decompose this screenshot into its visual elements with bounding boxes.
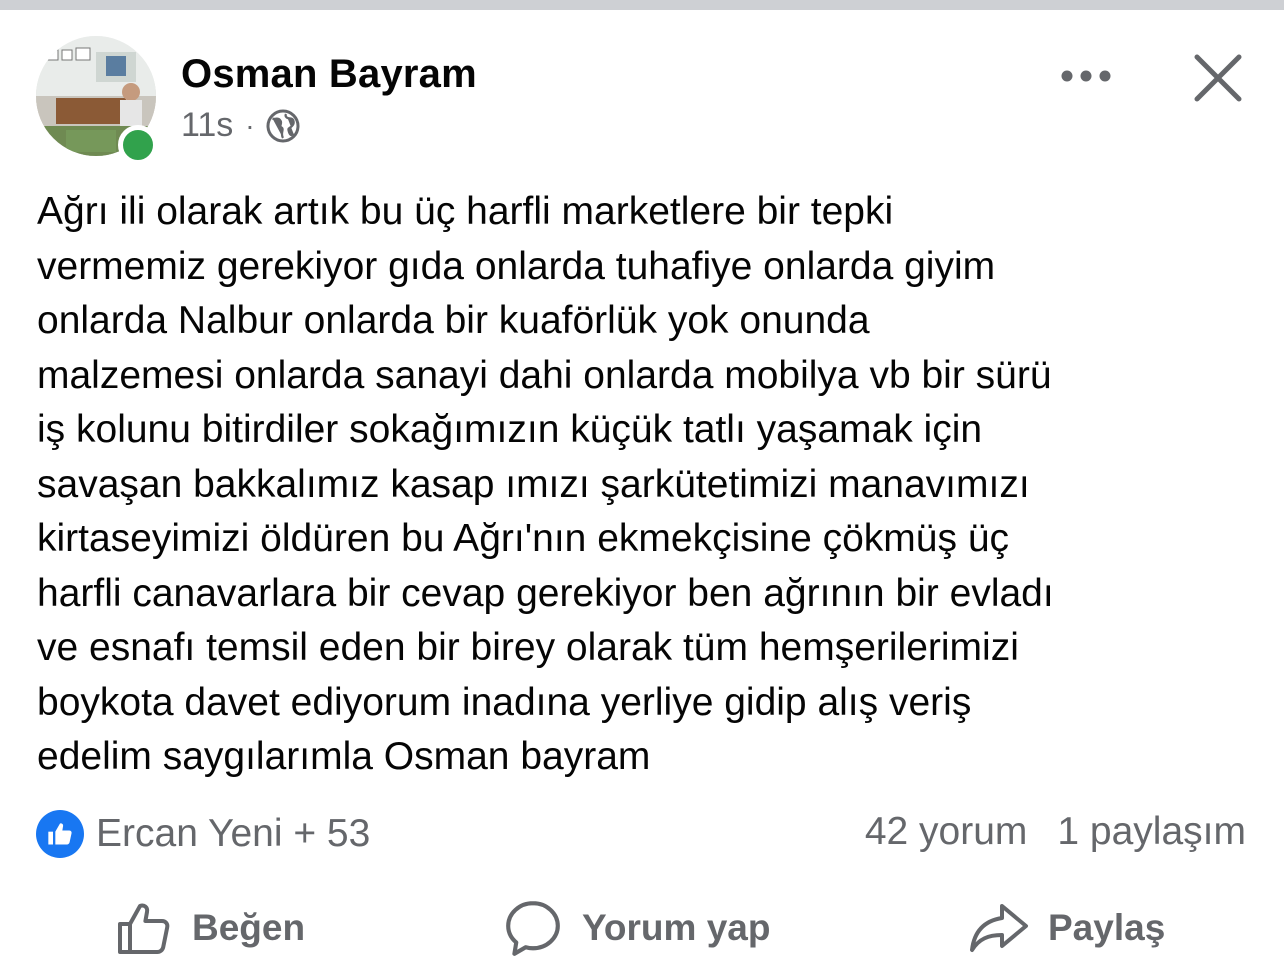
- share-button[interactable]: Paylaş: [966, 888, 1165, 968]
- reactions-summary[interactable]: Ercan Yeni + 53: [36, 810, 370, 858]
- top-divider: [0, 0, 1284, 10]
- post-text: Ağrı ili olarak artık bu üç harfli marke…: [37, 190, 1054, 778]
- meta-separator: ·: [245, 109, 255, 141]
- more-options-button[interactable]: [1054, 56, 1118, 96]
- like-button[interactable]: Beğen: [114, 888, 305, 968]
- share-label: Paylaş: [1048, 907, 1166, 948]
- globe-icon[interactable]: [265, 108, 301, 144]
- like-reaction-icon: [36, 810, 84, 858]
- comment-icon: [506, 901, 560, 956]
- comments-count[interactable]: 42 yorum: [865, 810, 1028, 854]
- online-status-dot: [118, 125, 158, 165]
- close-icon: [1194, 54, 1242, 102]
- post-stats: 42 yorum 1 paylaşım: [865, 810, 1246, 854]
- action-bar: Beğen Yorum yap Paylaş: [0, 888, 1284, 968]
- more-icon: [1061, 70, 1111, 82]
- share-icon: [970, 904, 1028, 952]
- author-name[interactable]: Osman Bayram: [181, 52, 477, 97]
- comment-button[interactable]: Yorum yap: [502, 888, 770, 968]
- reactions-text: Ercan Yeni + 53: [96, 812, 371, 855]
- post-meta: 11s ·: [181, 106, 301, 145]
- post-time[interactable]: 11s: [181, 106, 233, 145]
- shares-count[interactable]: 1 paylaşım: [1057, 810, 1246, 854]
- thumbs-up-icon: [118, 903, 170, 954]
- like-label: Beğen: [192, 907, 306, 948]
- close-button[interactable]: [1190, 50, 1246, 106]
- comment-label: Yorum yap: [582, 907, 771, 948]
